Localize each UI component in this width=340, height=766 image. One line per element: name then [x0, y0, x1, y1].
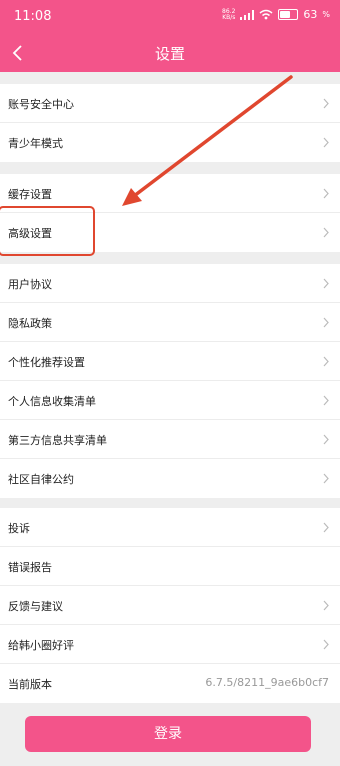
settings-group-legal: 用户协议 隐私政策 个性化推荐设置 个人信息收集清单 第三方信息共享清单 社区自…	[0, 264, 340, 498]
settings-group-support: 投诉 错误报告 反馈与建议 给韩小圈好评 当前版本 6.7.5/8211_9ae…	[0, 508, 340, 703]
chevron-right-icon	[323, 473, 329, 484]
wifi-icon	[259, 9, 273, 20]
chevron-right-icon	[323, 227, 329, 238]
battery-fill	[280, 11, 291, 18]
chevron-right-icon	[323, 395, 329, 406]
chevron-right-icon	[323, 600, 329, 611]
setting-label: 当前版本	[8, 678, 52, 691]
setting-label: 反馈与建议	[8, 600, 63, 613]
login-button[interactable]: 登录	[25, 716, 311, 752]
status-bar: 11:08 86.2 KB/s 63%	[0, 0, 340, 34]
status-icons: 86.2 KB/s 63%	[222, 7, 330, 21]
network-speed-unit: KB/s	[222, 13, 236, 21]
setting-rate-app[interactable]: 给韩小圈好评	[0, 625, 340, 664]
status-time: 11:08	[14, 9, 52, 24]
setting-current-version: 当前版本 6.7.5/8211_9ae6b0cf7	[0, 664, 340, 703]
setting-personal-info-list[interactable]: 个人信息收集清单	[0, 381, 340, 420]
signal-icon	[240, 9, 255, 20]
chevron-right-icon	[323, 434, 329, 445]
chevron-right-icon	[323, 137, 329, 148]
setting-label: 缓存设置	[8, 188, 52, 201]
setting-label: 账号安全中心	[8, 98, 74, 111]
chevron-right-icon	[323, 639, 329, 650]
setting-teen-mode[interactable]: 青少年模式	[0, 123, 340, 162]
chevron-right-icon	[323, 522, 329, 533]
chevron-right-icon	[323, 278, 329, 289]
setting-third-party-sharing-list[interactable]: 第三方信息共享清单	[0, 420, 340, 459]
setting-feedback[interactable]: 反馈与建议	[0, 586, 340, 625]
setting-label: 隐私政策	[8, 317, 52, 330]
setting-label: 社区自律公约	[8, 473, 74, 486]
version-value: 6.7.5/8211_9ae6b0cf7	[205, 676, 329, 689]
annotation-highlight-box	[0, 206, 95, 256]
setting-personalized-recommendation[interactable]: 个性化推荐设置	[0, 342, 340, 381]
nav-bar: 设置	[0, 34, 340, 72]
setting-label: 用户协议	[8, 278, 52, 291]
setting-user-agreement[interactable]: 用户协议	[0, 264, 340, 303]
setting-label: 第三方信息共享清单	[8, 434, 107, 447]
setting-complaint[interactable]: 投诉	[0, 508, 340, 547]
chevron-right-icon	[323, 188, 329, 199]
setting-label: 青少年模式	[8, 137, 63, 150]
setting-label: 投诉	[8, 522, 30, 535]
settings-group-account: 账号安全中心 青少年模式	[0, 84, 340, 162]
setting-label: 错误报告	[8, 561, 52, 574]
chevron-right-icon	[323, 317, 329, 328]
setting-label: 给韩小圈好评	[8, 639, 74, 652]
page-title: 设置	[154, 45, 185, 63]
chevron-right-icon	[323, 356, 329, 367]
setting-privacy-policy[interactable]: 隐私政策	[0, 303, 340, 342]
setting-error-report[interactable]: 错误报告	[0, 547, 340, 586]
network-speed: 86.2 KB/s	[222, 8, 236, 21]
battery-percent: 63	[303, 8, 318, 21]
setting-label: 个人信息收集清单	[8, 395, 96, 408]
setting-community-convention[interactable]: 社区自律公约	[0, 459, 340, 498]
chevron-right-icon	[323, 98, 329, 109]
setting-account-security[interactable]: 账号安全中心	[0, 84, 340, 123]
setting-label: 个性化推荐设置	[8, 356, 85, 369]
battery-icon	[278, 9, 299, 20]
